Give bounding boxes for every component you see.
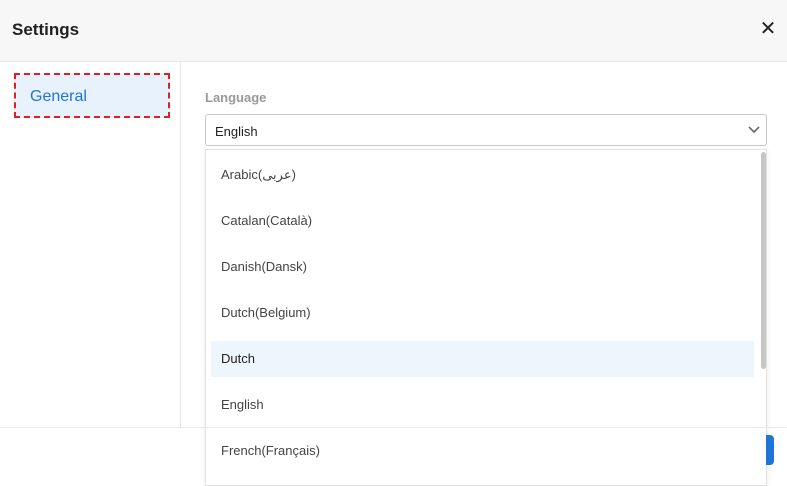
- language-option-catalan[interactable]: Catalan(Català): [211, 203, 754, 239]
- language-select[interactable]: English: [205, 114, 767, 146]
- language-option-dutch-belgium[interactable]: Dutch(Belgium): [211, 295, 754, 331]
- close-icon[interactable]: ✕: [757, 18, 779, 40]
- option-label: Dutch: [221, 351, 255, 366]
- chevron-down-icon: [748, 126, 760, 134]
- settings-sidebar: General: [0, 62, 181, 428]
- confirm-button[interactable]: [766, 435, 774, 465]
- language-option-arabic[interactable]: Arabic(عربى): [211, 157, 754, 193]
- option-label: Danish(Dansk): [221, 259, 307, 274]
- dialog-title: Settings: [12, 20, 80, 39]
- language-option-dutch[interactable]: Dutch: [211, 341, 754, 377]
- option-label: French(Français): [221, 443, 320, 458]
- sidebar-item-general[interactable]: General: [14, 73, 170, 118]
- option-label: Dutch(Belgium): [221, 305, 311, 320]
- language-option-danish[interactable]: Danish(Dansk): [211, 249, 754, 285]
- option-label: English: [221, 397, 264, 412]
- dropdown-scrollbar[interactable]: [761, 152, 766, 369]
- language-label: Language: [205, 90, 267, 105]
- sidebar-item-label: General: [30, 88, 87, 105]
- language-option-french[interactable]: French(Français): [211, 433, 754, 469]
- footer-divider: [0, 427, 787, 428]
- language-select-value: English: [215, 124, 258, 139]
- option-label: Catalan(Català): [221, 213, 313, 228]
- option-label: Arabic(عربى): [221, 167, 296, 182]
- language-option-english[interactable]: English: [211, 387, 754, 423]
- language-dropdown-list[interactable]: Arabic(عربى) Catalan(Català) Danish(Dans…: [205, 149, 767, 486]
- dialog-header: Settings ✕: [0, 0, 787, 62]
